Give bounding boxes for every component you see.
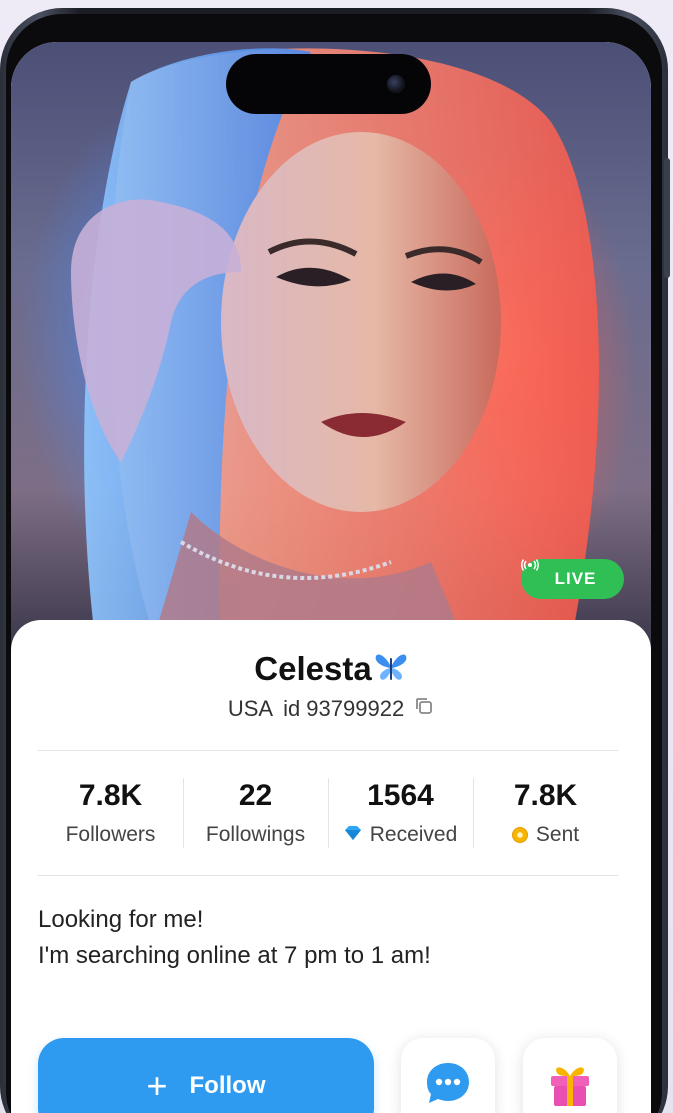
profile-card: Celesta USA id 93799922 7.8K Followers 2…: [11, 620, 651, 1113]
stat-label: Received: [369, 822, 458, 846]
divider-bottom: [38, 875, 618, 876]
live-badge[interactable]: LIVE: [521, 559, 624, 599]
front-camera: [387, 75, 405, 93]
phone-screen: LIVE Celesta USA id 93799922 7.8K Follow…: [11, 42, 651, 1113]
stat-value: 7.8K: [78, 778, 143, 812]
stat-label-row: Followers: [66, 823, 156, 847]
id-row: USA id 93799922: [11, 696, 651, 722]
stat-label: Sent: [535, 822, 580, 846]
stat-received[interactable]: 1564 Received: [328, 750, 473, 875]
copy-icon[interactable]: [414, 696, 434, 722]
stat-value: 22: [238, 778, 273, 812]
diamond-icon: [344, 823, 362, 847]
stat-followers[interactable]: 7.8K Followers: [38, 750, 183, 875]
stat-value: 7.8K: [513, 778, 578, 812]
coin-icon: [511, 826, 528, 843]
plus-icon: +: [146, 1065, 168, 1106]
butterfly-icon: [374, 652, 408, 687]
stat-label-row: Received: [344, 822, 458, 847]
message-button[interactable]: [401, 1038, 495, 1113]
follow-label: Follow: [189, 1072, 266, 1099]
screenshot-stage: LIVE Celesta USA id 93799922 7.8K Follow…: [0, 0, 673, 1113]
profile-name: Celesta: [254, 650, 372, 687]
live-label: LIVE: [554, 569, 597, 588]
follow-button[interactable]: + Follow: [38, 1038, 374, 1113]
stat-value: 1564: [367, 778, 434, 812]
stat-label-row: Followings: [206, 823, 305, 847]
side-button: [664, 158, 670, 278]
chat-bubble-icon: [422, 1057, 474, 1113]
profile-photo: LIVE: [11, 42, 651, 682]
gift-icon: [543, 1056, 597, 1113]
bio: Looking for me! I'm searching online at …: [38, 902, 638, 974]
country-label: USA: [227, 696, 274, 721]
stats-row: 7.8K Followers 22 Followings 1564 Receiv…: [38, 750, 618, 875]
user-id: id 93799922: [283, 696, 405, 721]
stat-followings[interactable]: 22 Followings: [183, 750, 328, 875]
stat-label: Followers: [65, 822, 156, 846]
dynamic-island: [226, 54, 431, 114]
name-row: Celesta: [11, 650, 651, 688]
stat-sent[interactable]: 7.8K Sent: [473, 750, 618, 875]
bio-line-1: Looking for me!: [38, 906, 204, 933]
gift-button[interactable]: [523, 1038, 617, 1113]
stat-label-row: Sent: [511, 822, 580, 847]
stat-label: Followings: [205, 822, 306, 846]
bio-line-2: I'm searching online at 7 pm to 1 am!: [38, 942, 431, 969]
